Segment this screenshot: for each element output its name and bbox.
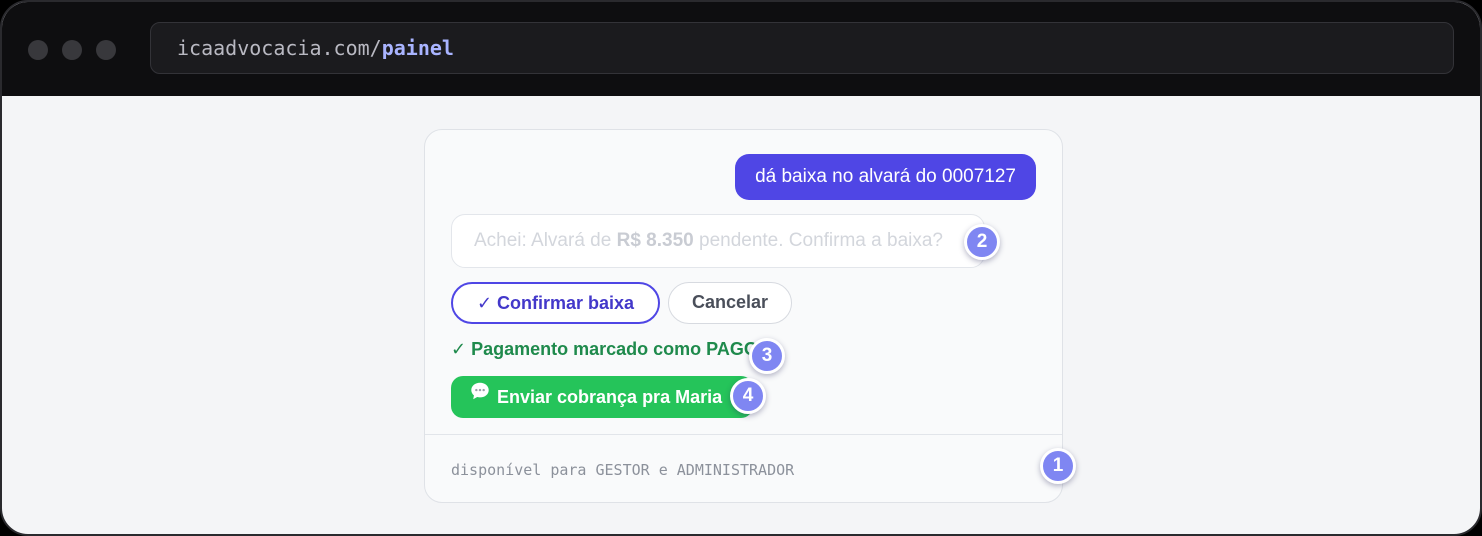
assistant-message-bubble: Achei: Alvará de R$ 8.350 pendente. Conf…: [451, 214, 985, 268]
assistant-message-prefix: Achei: Alvará de: [474, 230, 617, 251]
step-badge-2: 2: [964, 224, 1000, 260]
browser-window: icaadvocacia.com/painel dá baixa no alva…: [0, 0, 1482, 536]
footer-divider: [425, 434, 1062, 435]
user-message-bubble: dá baixa no alvará do 0007127: [735, 154, 1036, 200]
window-maximize-dot[interactable]: [96, 40, 116, 60]
url-host: icaadvocacia.com/: [177, 36, 382, 60]
step-badge-3: 3: [749, 338, 785, 374]
send-charge-button[interactable]: Enviar cobrança pra Maria: [451, 376, 753, 418]
payment-status-message: ✓ Pagamento marcado como PAGO: [451, 339, 758, 359]
browser-titlebar: icaadvocacia.com/painel: [2, 2, 1480, 96]
assistant-chat-panel: dá baixa no alvará do 0007127 Achei: Alv…: [424, 129, 1063, 503]
address-bar[interactable]: icaadvocacia.com/painel: [150, 22, 1454, 74]
speech-bubble-icon: [469, 375, 491, 417]
availability-note: disponível para GESTOR e ADMINISTRADOR: [451, 461, 795, 479]
window-minimize-dot[interactable]: [62, 40, 82, 60]
send-charge-label: Enviar cobrança pra Maria: [497, 387, 723, 407]
window-close-dot[interactable]: [28, 40, 48, 60]
assistant-message-suffix: pendente. Confirma a baixa?: [693, 230, 943, 251]
step-badge-4: 4: [730, 378, 766, 414]
confirm-baixa-button[interactable]: ✓ Confirmar baixa: [451, 282, 660, 324]
assistant-message-amount: R$ 8.350: [616, 230, 694, 251]
step-badge-1: 1: [1040, 448, 1076, 484]
url-path: painel: [381, 36, 454, 60]
cancel-button[interactable]: Cancelar: [668, 282, 792, 324]
